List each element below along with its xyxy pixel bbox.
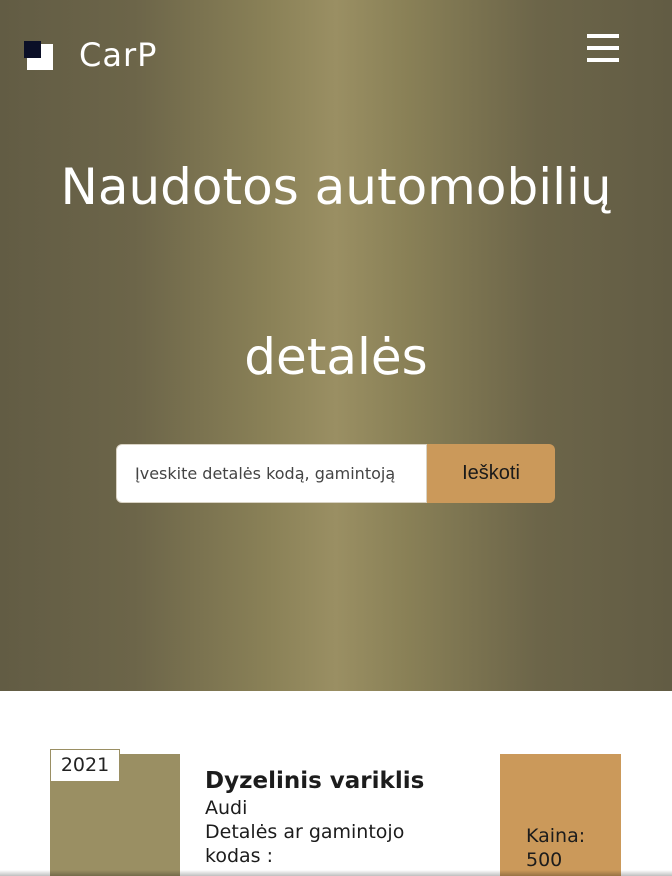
hamburger-menu-icon[interactable]	[587, 34, 619, 62]
logo[interactable]: CarP	[24, 36, 157, 74]
listing-section: 2021 Dyzelinis variklis Audi Detalės ar …	[0, 691, 672, 876]
logo-text: CarP	[79, 36, 158, 74]
part-info: Dyzelinis variklis Audi Detalės ar gamin…	[205, 766, 485, 868]
search-button[interactable]: Ieškoti	[427, 444, 555, 503]
scroll-edge-shadow	[0, 870, 672, 876]
logo-mark-icon	[24, 40, 53, 70]
part-brand: Audi	[205, 797, 248, 819]
part-title[interactable]: Dyzelinis variklis	[205, 766, 485, 796]
hero-title-line1: Naudotos automobilių	[60, 158, 612, 216]
page: CarP Naudotos automobilių detalės Ieškot…	[0, 0, 672, 876]
part-code-label: Detalės ar gamintojo kodas :	[205, 821, 405, 867]
search-input[interactable]	[116, 444, 427, 503]
price-value: 500	[526, 849, 563, 871]
search-bar: Ieškoti	[116, 444, 555, 503]
price-label: Kaina:	[526, 825, 586, 847]
hero-section: CarP Naudotos automobilių detalės Ieškot…	[0, 0, 672, 691]
hero-title-line2: detalės	[244, 328, 428, 386]
year-badge: 2021	[50, 749, 120, 782]
price-box: Kaina: 500	[500, 754, 621, 876]
